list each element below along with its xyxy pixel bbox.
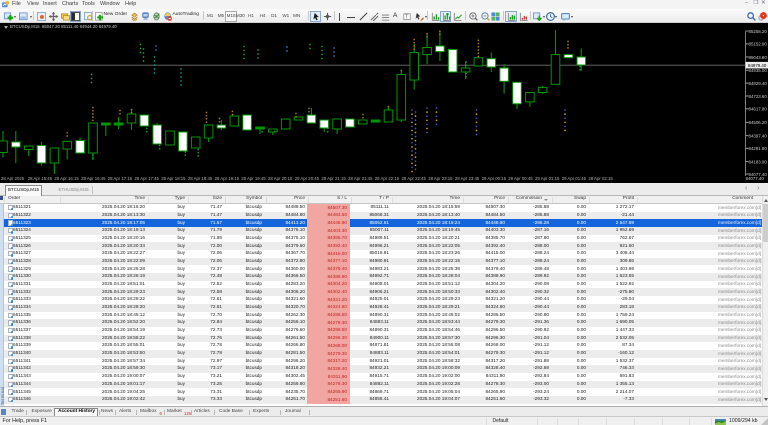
svg-text:85043.80: 85043.80 [749,55,768,60]
svg-text:84183.00: 84183.00 [749,159,768,164]
svg-text:84617.80: 84617.80 [749,107,768,112]
svg-text:85152.00: 85152.00 [749,42,768,47]
svg-text:84506.20: 84506.20 [749,120,768,125]
svg-text:84723.60: 84723.60 [749,94,768,99]
svg-text:84829.40: 84829.40 [749,81,768,86]
svg-text:84979.40: 84979.40 [748,63,767,68]
svg-text:T: T [405,14,408,20]
svg-text:84935.00: 84935.00 [749,68,768,73]
svg-text:84397.40: 84397.40 [749,133,768,138]
svg-text:84291.80: 84291.80 [749,146,768,151]
